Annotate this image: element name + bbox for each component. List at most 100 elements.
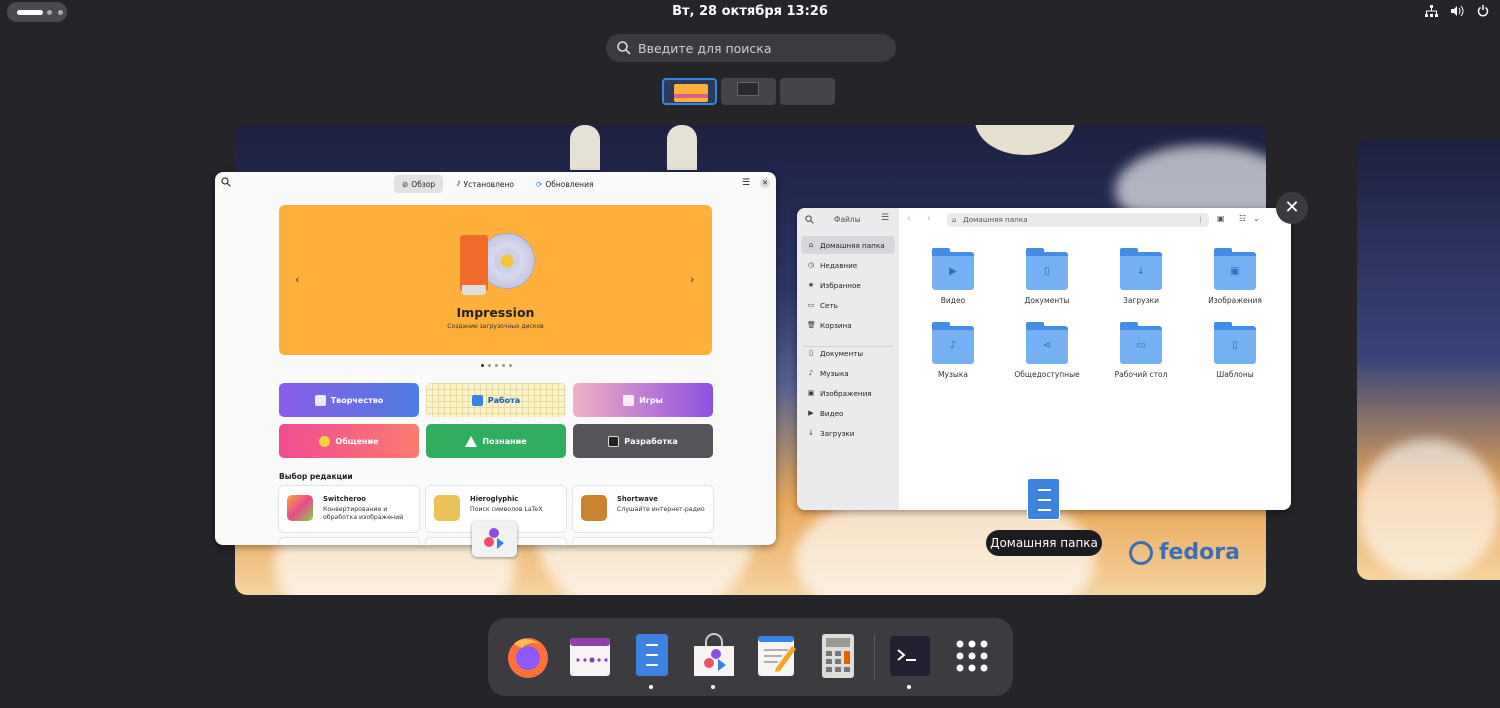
power-icon[interactable] — [1476, 3, 1490, 19]
switcheroo-icon — [287, 495, 313, 521]
search-icon[interactable] — [805, 215, 814, 224]
sidebar-item-network[interactable]: ▭ Сеть — [801, 296, 895, 314]
forward-icon[interactable]: › — [927, 214, 931, 224]
fedora-logo: fedora — [1128, 540, 1240, 565]
sidebar-item-trash[interactable]: 🗑 Корзина — [801, 316, 895, 334]
system-tray[interactable] — [1424, 3, 1490, 19]
close-window-icon[interactable]: ✕ — [1276, 192, 1308, 224]
folder-icon: ▣ — [1214, 248, 1256, 290]
firefox-icon[interactable] — [504, 632, 552, 680]
workspace-thumbnail-2[interactable] — [721, 78, 776, 105]
compass-icon: ⊘ — [402, 179, 409, 189]
download-icon: ↓ — [808, 429, 814, 437]
workspace-thumbnail-1[interactable] — [662, 78, 717, 105]
gamepad-icon — [623, 394, 635, 406]
image-icon: ▣ — [807, 389, 815, 397]
sidebar-item-recent[interactable]: ◷ Недавние — [801, 256, 895, 274]
search-bar[interactable] — [606, 34, 896, 62]
app-grid-icon[interactable] — [948, 632, 996, 680]
sidebar-item-music[interactable]: ♪ Музыка — [801, 364, 895, 382]
folder-icon: ↓ — [1120, 248, 1162, 290]
rocket-decoration — [570, 125, 600, 170]
folder-item[interactable]: ▯ Документы — [1007, 248, 1087, 305]
briefcase-icon — [471, 394, 483, 406]
new-folder-icon[interactable]: ▣ — [1217, 214, 1225, 223]
window-caption-tooltip: Домашняя папка — [986, 530, 1102, 556]
workspace-thumbnail-3[interactable] — [780, 78, 835, 105]
home-icon: ⌂ — [952, 216, 957, 224]
terminal-icon[interactable] — [886, 632, 934, 689]
chevron-right-icon[interactable]: › — [690, 273, 694, 286]
running-indicator — [649, 685, 653, 689]
library-icon: ⫽ — [457, 179, 461, 188]
dock — [488, 618, 1013, 696]
folder-icon: ▯ — [1026, 248, 1068, 290]
next-workspace-preview[interactable] — [1357, 139, 1500, 580]
app-card-switcheroo[interactable]: Switcheroo Конвертирование и обработка и… — [279, 486, 419, 532]
software-headerbar: ⊘ Обзор ⫽ Установлено ⟳ Обновления ☰ ✕ — [215, 172, 776, 194]
text-editor-icon[interactable] — [752, 632, 800, 680]
category-learn[interactable]: Познание — [426, 424, 566, 458]
running-indicator — [711, 685, 715, 689]
folder-icon: ▶ — [932, 248, 974, 290]
software-icon[interactable] — [690, 632, 738, 689]
tab-explore[interactable]: ⊘ Обзор — [394, 175, 444, 193]
carousel-dots[interactable] — [481, 364, 512, 367]
smiley-icon — [319, 435, 331, 447]
dock-separator — [874, 634, 875, 680]
banner-subtitle: Создание загрузочных дисков — [447, 323, 544, 330]
folder-item[interactable]: ↓ Загрузки — [1101, 248, 1181, 305]
workspace-thumbnails — [662, 78, 835, 105]
chevron-down-icon[interactable]: ⌄ — [1253, 214, 1260, 223]
files-icon[interactable] — [628, 632, 676, 689]
featured-banner[interactable]: ‹ › Impression Создание загрузочных диск… — [279, 205, 712, 355]
sidebar-item-pictures[interactable]: ▣ Изображения — [801, 384, 895, 402]
back-icon[interactable]: ‹ — [907, 214, 911, 224]
fedora-wordmark: fedora — [1158, 540, 1240, 565]
folder-item[interactable]: ▣ Изображения — [1195, 248, 1275, 305]
software-tabs: ⊘ Обзор ⫽ Установлено ⟳ Обновления — [394, 175, 601, 193]
folder-item[interactable]: ▭ Рабочий стол — [1101, 322, 1181, 379]
updates-icon: ⟳ — [536, 179, 543, 189]
folder-item[interactable]: ▯ Шаблоны — [1195, 322, 1275, 379]
path-bar[interactable]: ⌂ Домашняя папка ⋮ — [947, 213, 1209, 227]
category-games[interactable]: Игры — [573, 383, 713, 417]
files-app-icon — [1027, 478, 1060, 520]
calendar-icon[interactable] — [566, 632, 614, 680]
sidebar-item-downloads[interactable]: ↓ Загрузки — [801, 424, 895, 442]
clock-icon: ◷ — [807, 261, 815, 269]
sidebar-item-home[interactable]: ⌂ Домашняя папка — [801, 236, 895, 254]
hamburger-menu-icon[interactable]: ☰ — [742, 178, 750, 188]
chevron-left-icon[interactable]: ‹ — [295, 273, 299, 286]
clock[interactable]: Вт, 28 октября 13:26 — [0, 4, 1500, 19]
view-list-icon[interactable]: ☷ — [1239, 214, 1246, 223]
folder-item[interactable]: ♪ Музыка — [913, 322, 993, 379]
tab-installed[interactable]: ⫽ Установлено — [449, 175, 522, 193]
calculator-icon[interactable] — [814, 632, 862, 680]
volume-icon[interactable] — [1450, 3, 1464, 19]
close-icon[interactable]: ✕ — [760, 178, 770, 188]
category-create[interactable]: Творчество — [279, 383, 419, 417]
running-indicator — [907, 685, 911, 689]
banner-title: Impression — [456, 305, 535, 320]
folder-icon: ▭ — [1120, 322, 1162, 364]
files-window[interactable]: Файлы ☰ ⌂ Домашняя папка ◷ Недавние ★ Избра… — [797, 208, 1291, 510]
network-icon[interactable] — [1424, 3, 1438, 19]
sidebar-item-starred[interactable]: ★ Избранное — [801, 276, 895, 294]
software-window[interactable]: ⊘ Обзор ⫽ Установлено ⟳ Обновления ☰ ✕ ‹ › … — [215, 172, 776, 545]
category-socialize[interactable]: Общение — [279, 424, 419, 458]
app-card-shortwave[interactable]: Shortwave Слушайте интернет-радио — [573, 486, 713, 532]
tab-updates[interactable]: ⟳ Обновления — [528, 175, 601, 193]
sidebar-item-documents[interactable]: ▯ Документы — [801, 344, 895, 362]
category-work[interactable]: Работа — [426, 383, 566, 417]
hamburger-menu-icon[interactable]: ☰ — [881, 213, 889, 223]
folder-icon: ⋖ — [1026, 322, 1068, 364]
folder-icon: ♪ — [932, 322, 974, 364]
more-icon[interactable]: ⋮ — [1197, 213, 1204, 227]
search-input[interactable] — [638, 38, 878, 58]
search-icon[interactable] — [221, 177, 231, 187]
folder-item[interactable]: ⋖ Общедоступные — [1007, 322, 1087, 379]
category-develop[interactable]: Разработка — [573, 424, 713, 458]
sidebar-item-videos[interactable]: ▶ Видео — [801, 404, 895, 422]
folder-item[interactable]: ▶ Видео — [913, 248, 993, 305]
